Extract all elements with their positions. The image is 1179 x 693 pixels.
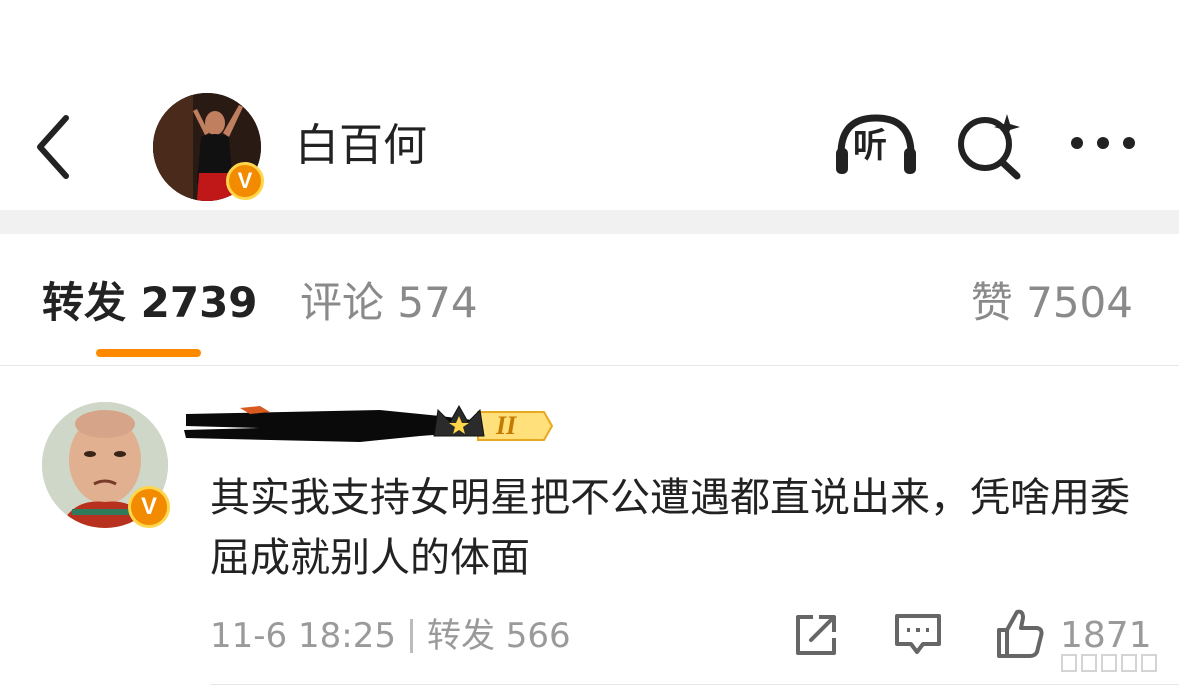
listen-button[interactable]: 听: [833, 110, 919, 180]
vip-badge[interactable]: II: [432, 402, 556, 450]
tab-label: 评论: [300, 278, 385, 327]
like-button[interactable]: [995, 608, 1045, 660]
watermark-decoration: [1060, 651, 1170, 675]
search-button[interactable]: [955, 110, 1025, 180]
more-icon: [1071, 137, 1135, 149]
active-tab-indicator: [96, 349, 201, 357]
repost-label: 转发: [426, 616, 495, 656]
search-sparkle-icon: [958, 114, 1021, 180]
tab-reposts[interactable]: 转发 2739: [42, 275, 258, 331]
tab-comments[interactable]: 评论 574: [300, 275, 478, 331]
tab-label: 转发: [42, 278, 127, 327]
tabs-divider: [0, 365, 1179, 366]
section-divider: [0, 210, 1179, 234]
more-button[interactable]: [1068, 128, 1138, 158]
repost-text: 其实我支持女明星把不公遭遇都直说出来，凭啥用委屈成就别人的体面: [210, 475, 1130, 581]
tab-count: 2739: [140, 278, 258, 327]
verified-badge: V: [128, 486, 170, 528]
vip-level: II: [496, 411, 517, 440]
comment-button[interactable]: [893, 612, 943, 658]
tab-label: 赞: [970, 278, 1013, 327]
repost-count: 566: [505, 616, 571, 656]
crown-icon: [433, 404, 554, 441]
meta-separator: [409, 619, 413, 653]
redacted-username[interactable]: [180, 402, 475, 450]
tab-likes[interactable]: 赞 7504: [971, 275, 1133, 331]
tab-count: 7504: [1026, 278, 1133, 327]
timestamp: 11-6 18:25: [210, 616, 396, 656]
share-button[interactable]: [793, 612, 839, 658]
back-arrow-icon[interactable]: [30, 112, 80, 182]
item-divider: [210, 684, 1179, 685]
like-thumb-icon: [997, 609, 1044, 658]
comment-icon: [895, 614, 941, 654]
tab-count: 574: [397, 278, 478, 327]
share-icon: [796, 615, 836, 655]
author-name[interactable]: 白百何: [295, 118, 427, 174]
repost-meta: 11-6 18:25 转发 566: [210, 614, 571, 658]
listen-label: 听: [853, 126, 887, 166]
verified-badge: V: [226, 162, 264, 200]
